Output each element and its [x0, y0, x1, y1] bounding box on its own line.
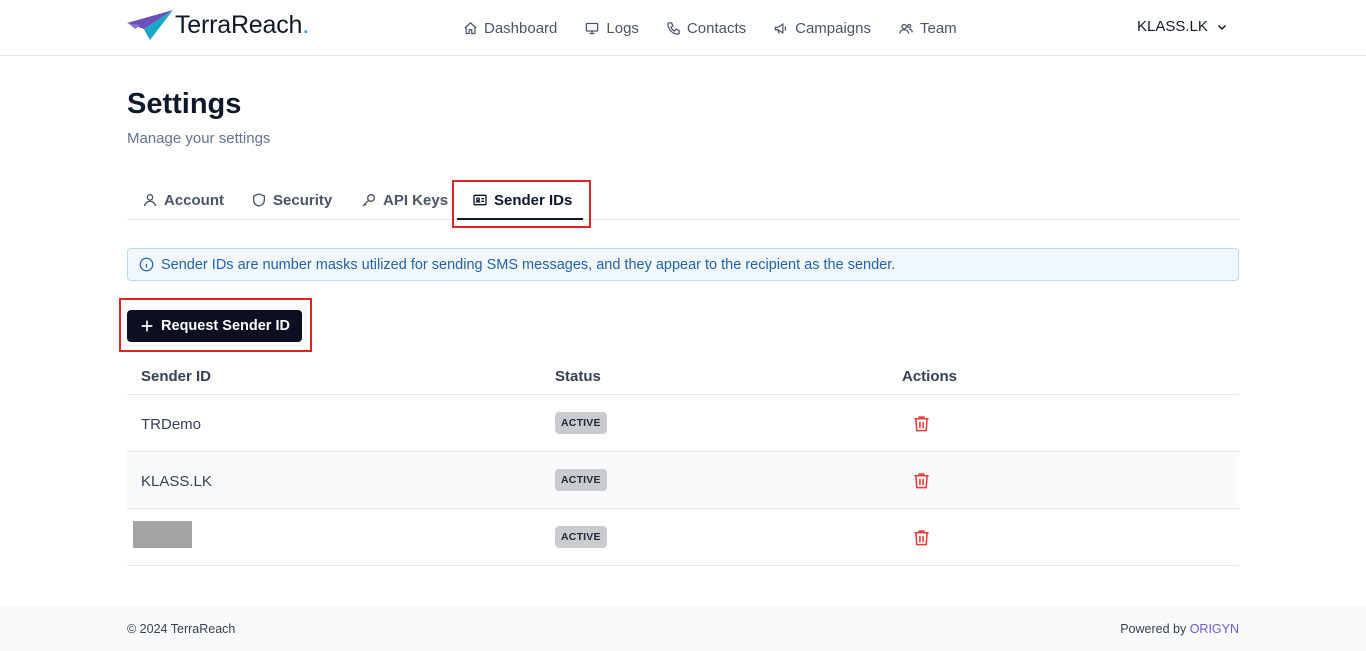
- trash-icon: [913, 472, 929, 488]
- request-sender-id-button[interactable]: Request Sender ID: [127, 310, 302, 342]
- copyright-text: © 2024 TerraReach: [127, 622, 236, 636]
- sender-ids-table: Sender ID Status Actions TRDemo ACTIVE K…: [127, 360, 1239, 566]
- page-subtitle: Manage your settings: [127, 130, 271, 147]
- delete-button[interactable]: [910, 412, 932, 434]
- tab-sender-ids-label: Sender IDs: [494, 191, 573, 209]
- page-title: Settings: [127, 88, 242, 120]
- table-row: TRDemo ACTIVE: [127, 395, 1239, 452]
- settings-tabs: Account Security API Keys Sender IDs: [127, 180, 1239, 220]
- megaphone-icon: [774, 22, 787, 34]
- user-icon: [144, 194, 156, 207]
- powered-by: Powered by ORIGYN: [1120, 622, 1239, 636]
- trash-icon: [913, 415, 929, 431]
- info-icon: [139, 257, 154, 272]
- top-navbar: TerraReach. Dashboard Logs Contacts Camp…: [0, 0, 1366, 56]
- key-icon: [362, 194, 375, 207]
- table-row: ACTIVE: [127, 509, 1239, 566]
- monitor-icon: [586, 22, 599, 34]
- request-sender-id-label: Request Sender ID: [161, 318, 290, 334]
- delete-button[interactable]: [910, 526, 932, 548]
- tab-api-keys-label: API Keys: [383, 191, 449, 209]
- status-badge: ACTIVE: [555, 412, 607, 434]
- account-name: KLASS.LK: [1137, 18, 1208, 35]
- nav-dashboard-label: Dashboard: [484, 19, 558, 37]
- sender-id-cell: KLASS.LK: [141, 473, 212, 490]
- nav-contacts[interactable]: Contacts: [666, 20, 746, 37]
- trash-icon: [913, 529, 929, 545]
- powered-by-brand-link[interactable]: ORIGYN: [1190, 622, 1239, 636]
- header-status: Status: [555, 368, 601, 385]
- status-badge: ACTIVE: [555, 469, 607, 491]
- users-icon: [899, 23, 913, 34]
- nav-logs-label: Logs: [606, 19, 639, 37]
- paper-plane-logo-icon: [127, 10, 173, 40]
- brand-name: TerraReach.: [175, 10, 309, 39]
- tab-api-keys[interactable]: API Keys: [361, 180, 448, 220]
- nav-contacts-label: Contacts: [686, 19, 747, 37]
- tab-sender-ids[interactable]: Sender IDs: [472, 180, 572, 220]
- delete-button[interactable]: [910, 469, 932, 491]
- tab-account[interactable]: Account: [142, 180, 224, 220]
- brand-logo[interactable]: TerraReach.: [127, 8, 309, 42]
- redacted-sender-id: [133, 521, 192, 548]
- nav-team-label: Team: [920, 19, 957, 37]
- shield-icon: [253, 193, 265, 207]
- chevron-down-icon: [1217, 24, 1226, 30]
- info-alert: Sender IDs are number masks utilized for…: [127, 248, 1239, 281]
- nav-logs[interactable]: Logs: [584, 20, 639, 37]
- powered-by-prefix: Powered by: [1120, 622, 1190, 636]
- home-icon: [464, 21, 477, 34]
- header-actions: Actions: [902, 368, 958, 385]
- phone-icon: [667, 21, 680, 35]
- page-footer: © 2024 TerraReach Powered by ORIGYN: [0, 606, 1366, 651]
- sender-id-cell: TRDemo: [141, 416, 202, 433]
- status-badge: ACTIVE: [555, 526, 607, 548]
- nav-campaigns[interactable]: Campaigns: [773, 20, 871, 37]
- table-row: KLASS.LK ACTIVE: [127, 452, 1239, 509]
- plus-icon: [141, 320, 153, 332]
- id-card-icon: [473, 194, 487, 206]
- active-tab-indicator: [457, 218, 583, 220]
- account-menu[interactable]: KLASS.LK: [1137, 18, 1228, 35]
- main-nav: Dashboard Logs Contacts Campaigns Team: [463, 17, 984, 39]
- nav-dashboard[interactable]: Dashboard: [463, 20, 557, 37]
- table-header: Sender ID Status Actions: [127, 360, 1239, 395]
- info-alert-text: Sender IDs are number masks utilized for…: [161, 256, 896, 273]
- nav-team[interactable]: Team: [898, 20, 957, 37]
- tab-account-label: Account: [164, 191, 224, 209]
- tab-security-label: Security: [273, 191, 333, 209]
- header-sender-id: Sender ID: [141, 368, 212, 385]
- tab-security[interactable]: Security: [251, 180, 332, 220]
- nav-campaigns-label: Campaigns: [795, 19, 871, 37]
